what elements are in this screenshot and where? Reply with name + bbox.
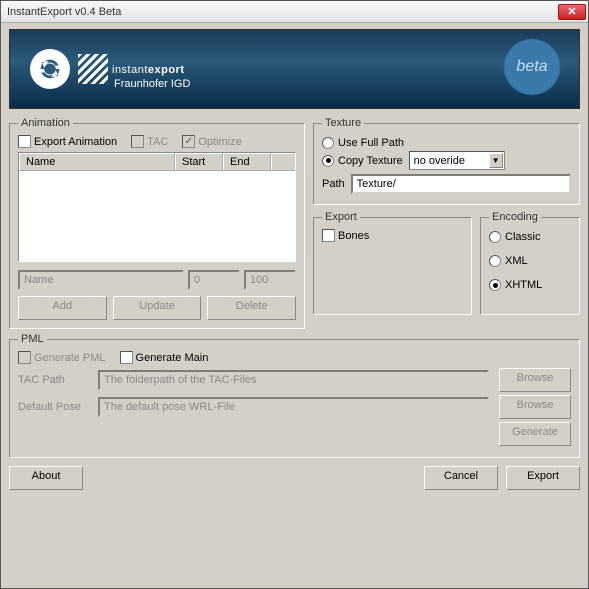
animation-legend: Animation: [18, 117, 73, 129]
default-pose-label: Default Pose: [18, 401, 88, 413]
col-start[interactable]: Start: [175, 153, 223, 170]
export-button[interactable]: Export: [506, 466, 580, 490]
encoding-group: Encoding Classic XML XHTML: [480, 211, 580, 315]
animation-table[interactable]: Name Start End: [18, 152, 296, 262]
content: Animation Export Animation TAC ✓Optimize…: [1, 115, 588, 588]
classic-label: Classic: [505, 231, 540, 243]
window-title: InstantExport v0.4 Beta: [7, 6, 558, 18]
banner-stripes-icon: [78, 54, 108, 84]
default-pose-input[interactable]: [98, 397, 489, 417]
copy-texture-label: Copy Texture: [338, 155, 403, 167]
use-full-path-label: Use Full Path: [338, 137, 404, 149]
xml-label: XML: [505, 255, 528, 267]
anim-name-input[interactable]: [18, 270, 184, 290]
generate-main-label: Generate Main: [136, 352, 209, 364]
window-close-button[interactable]: ✕: [558, 4, 586, 20]
tac-path-label: TAC Path: [18, 374, 88, 386]
titlebar: InstantExport v0.4 Beta ✕: [1, 1, 588, 23]
chevron-down-icon: ▼: [489, 153, 503, 168]
dialog-window: InstantExport v0.4 Beta ✕ instantexport …: [0, 0, 589, 589]
pml-group: PML Generate PML Generate Main TAC Path …: [9, 333, 580, 458]
bones-label: Bones: [338, 230, 369, 242]
col-empty: [271, 153, 295, 170]
path-input[interactable]: [351, 174, 571, 194]
encoding-legend: Encoding: [489, 211, 541, 223]
optimize-label: Optimize: [198, 136, 241, 148]
xml-radio[interactable]: XML: [489, 255, 571, 267]
banner-title-light: instant: [112, 64, 148, 76]
col-end[interactable]: End: [223, 153, 271, 170]
xhtml-radio[interactable]: XHTML: [489, 279, 571, 291]
classic-radio[interactable]: Classic: [489, 231, 571, 243]
pml-legend: PML: [18, 333, 47, 345]
banner-subtitle: Fraunhofer IGD: [114, 78, 190, 90]
generate-main-checkbox[interactable]: Generate Main: [120, 351, 209, 364]
generate-pml-label: Generate PML: [34, 352, 106, 364]
export-legend: Export: [322, 211, 360, 223]
banner-logo-icon: [30, 49, 70, 89]
path-label: Path: [322, 178, 345, 190]
tac-path-input[interactable]: [98, 370, 489, 390]
col-name[interactable]: Name: [19, 153, 175, 170]
export-group: Export Bones: [313, 211, 472, 315]
bones-checkbox[interactable]: Bones: [322, 229, 463, 242]
anim-start-input[interactable]: [188, 270, 240, 290]
animation-group: Animation Export Animation TAC ✓Optimize…: [9, 117, 305, 329]
add-button[interactable]: Add: [18, 296, 107, 320]
override-select[interactable]: no overide ▼: [409, 151, 505, 170]
close-icon: ✕: [567, 5, 576, 18]
tac-browse-button[interactable]: Browse: [499, 368, 571, 392]
delete-button[interactable]: Delete: [207, 296, 296, 320]
pose-browse-button[interactable]: Browse: [499, 395, 571, 419]
optimize-checkbox: ✓Optimize: [182, 135, 241, 148]
banner: instantexport Fraunhofer IGD beta: [9, 29, 580, 109]
footer: About Cancel Export: [9, 462, 580, 490]
use-full-path-radio[interactable]: Use Full Path: [322, 137, 571, 149]
generate-pml-checkbox[interactable]: Generate PML: [18, 351, 106, 364]
generate-button[interactable]: Generate: [499, 422, 571, 446]
xhtml-label: XHTML: [505, 279, 542, 291]
about-button[interactable]: About: [9, 466, 83, 490]
tac-checkbox: TAC: [131, 135, 168, 148]
update-button[interactable]: Update: [113, 296, 202, 320]
texture-legend: Texture: [322, 117, 364, 129]
banner-title-bold: export: [148, 64, 185, 76]
anim-end-input[interactable]: [244, 270, 296, 290]
texture-group: Texture Use Full Path Copy Texture no ov…: [313, 117, 580, 205]
tac-label: TAC: [147, 136, 168, 148]
banner-beta-badge: beta: [497, 32, 567, 102]
copy-texture-radio[interactable]: Copy Texture: [322, 155, 403, 167]
banner-text: instantexport Fraunhofer IGD: [112, 48, 190, 90]
export-animation-checkbox[interactable]: Export Animation: [18, 135, 117, 148]
cancel-button[interactable]: Cancel: [424, 466, 498, 490]
banner-beta-text: beta: [497, 32, 567, 102]
override-value: no overide: [414, 155, 465, 167]
export-animation-label: Export Animation: [34, 136, 117, 148]
